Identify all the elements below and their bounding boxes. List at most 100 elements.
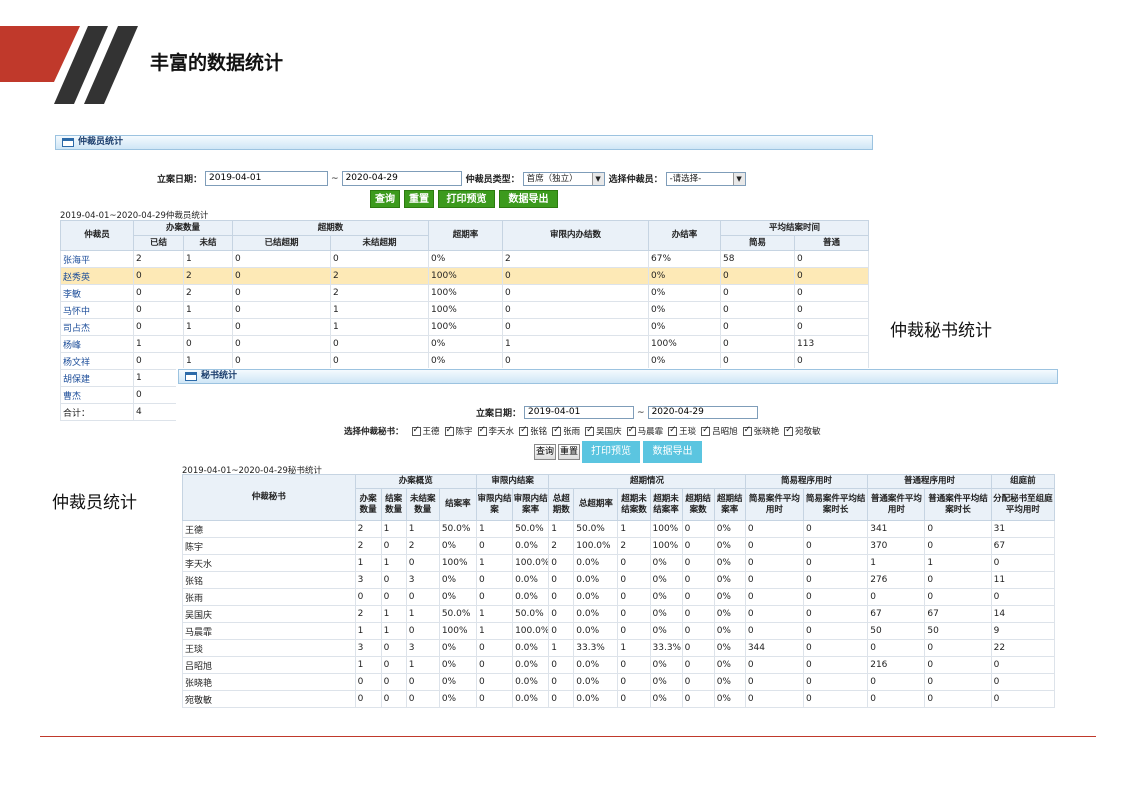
table-cell: 2 [354,537,382,555]
secretary-checkbox[interactable] [742,425,752,436]
query-button[interactable]: 查询 [370,190,400,208]
table-cell: 0% [713,537,746,555]
table-cell: 14 [990,605,1056,623]
secretary-checkbox[interactable] [477,425,487,436]
table-row[interactable]: 杨文祥 0 1 0 0 0% 0 0% 0 0 [60,352,870,370]
table-row[interactable]: 杨峰 1 0 0 0 0% 1 100% 0 113 [60,335,870,353]
table-cell: 0 [681,639,715,657]
table-cell: 0 [803,571,869,589]
secretary-checkbox[interactable] [411,425,421,436]
table-cell: 67 [867,605,926,623]
secretary-checkbox-label: 吴国庆 [596,427,622,437]
arbitrator-name-cell: 马怀中 [60,301,134,319]
table-cell: 67 [924,605,992,623]
date-from-input[interactable]: 2019-04-01 [205,171,329,186]
table-row[interactable]: 李天水 1 1 0 100% 1 100.0% 0 0.0% 0 0% 0 0% 0 0 1 1 0 [182,554,1056,572]
table-row[interactable]: 马晨霏 1 1 0 100% 1 100.0% 0 0.0% 0 0% 0 0% 0 0 50 50 9 [182,622,1056,640]
export-data-button[interactable]: 数据导出 [499,190,558,208]
table-cell: 0 [354,690,382,708]
table-cell: 113 [794,335,870,353]
table-cell: 0% [649,622,683,640]
sub-column-header: 结案率 [438,488,477,521]
secretary-checkbox[interactable] [701,425,711,436]
table-cell: 0% [438,673,477,691]
table-cell: 0% [648,318,722,336]
table-cell: 1 [182,250,234,268]
table-row[interactable]: 王德 2 1 1 50.0% 1 50.0% 1 50.0% 1 100% 0 0% 0 0 341 0 31 [182,520,1056,538]
date-to-input[interactable]: 2020-04-29 [341,171,462,186]
table-row[interactable]: 司占杰 0 1 0 1 100% 0 0% 0 0 [60,318,870,336]
table-cell: 2 [617,537,651,555]
secretary-name-cell: 宛敬敏 [182,690,356,708]
table-row[interactable]: 宛敬敏 0 0 0 0% 0 0.0% 0 0.0% 0 0% 0 0% 0 0 0 0 0 [182,690,1056,708]
table-cell: 0 [380,673,407,691]
arbitrator-type-label: 仲裁员类型： [465,175,520,185]
secretary-checkbox[interactable] [444,425,454,436]
date-from-input[interactable]: 2019-04-01 [524,406,635,419]
table-cell: 1 [354,656,382,674]
table-cell: 0.0% [512,673,550,691]
table-cell: 0 [924,588,992,606]
table-cell: 2 [182,284,234,302]
table-cell: 1 [182,352,234,370]
print-preview-button[interactable]: 打印预览 [438,190,495,208]
table-cell: 0.0% [573,605,619,623]
table-cell: 0.0% [512,656,550,674]
table-cell: 1 [548,520,575,538]
col-overdue: 超期情况 [548,474,746,489]
secretary-checkbox[interactable] [585,425,595,436]
table-cell: 344 [744,639,805,657]
table-row[interactable]: 赵秀英 0 2 0 2 100% 0 0% 0 0 [60,267,870,285]
date-to-input[interactable]: 2020-04-29 [647,406,758,419]
secretary-checkbox[interactable] [784,425,794,436]
secretary-checkbox[interactable] [519,425,529,436]
table-cell: 3 [405,639,440,657]
table-cell: 0 [354,588,382,606]
table-cell: 0 [617,554,651,572]
table-row[interactable]: 李敏 0 2 0 2 100% 0 0% 0 0 [60,284,870,302]
secretary-checkbox[interactable] [552,425,562,436]
table-row[interactable]: 张晓艳 0 0 0 0% 0 0.0% 0 0.0% 0 0% 0 0% 0 0 0 0 0 [182,673,1056,691]
reset-button[interactable]: 重置 [404,190,434,208]
table-cell: 2 [182,267,234,285]
table-cell: 0 [502,267,650,285]
arbitrator-name-cell: 张海平 [60,250,134,268]
secretary-checkbox[interactable] [626,425,636,436]
table-cell: 0% [713,656,746,674]
secretary-name-cell: 吴国庆 [182,605,356,623]
sub-column-header: 分配秘书至组庭平均用时 [990,488,1056,521]
arbitrator-type-select[interactable]: 首席（独立） ▼ [522,171,605,186]
table-row[interactable]: 张海平 2 1 0 0 0% 2 67% 58 0 [60,250,870,268]
query-button[interactable]: 查询 [534,444,556,460]
reset-button[interactable]: 重置 [558,444,580,460]
table-cell: 0 [681,622,715,640]
table-row[interactable]: 吴国庆 2 1 1 50.0% 1 50.0% 0 0.0% 0 0% 0 0% 0 0 67 67 14 [182,605,1056,623]
table-cell: 0 [990,690,1056,708]
table-cell: 100% [428,267,504,285]
table-cell: 67 [990,537,1056,555]
table-cell: 0 [924,656,992,674]
secretary-name-cell: 吕昭旭 [182,656,356,674]
export-data-button[interactable]: 数据导出 [643,441,702,463]
table-cell: 0 [232,250,332,268]
sub-column-header: 办案数量 [354,488,382,521]
table-row[interactable]: 张雨 0 0 0 0% 0 0.0% 0 0.0% 0 0% 0 0% 0 0 0 0 0 [182,588,1056,606]
table-cell: 0% [649,605,683,623]
table-cell: 1 [354,622,382,640]
table-row[interactable]: 吕昭旭 1 0 1 0% 0 0.0% 0 0.0% 0 0% 0 0% 0 0 216 0 0 [182,656,1056,674]
table-row[interactable]: 张铭 3 0 3 0% 0 0.0% 0 0.0% 0 0% 0 0% 0 0 276 0 11 [182,571,1056,589]
secretary-checkbox-label: 张晓艳 [753,427,780,437]
table-row[interactable]: 马怀中 0 1 0 1 100% 0 0% 0 0 [60,301,870,319]
table-row[interactable]: 王琰 3 0 3 0% 0 0.0% 1 33.3% 1 33.3% 0 0% 344 0 0 0 22 [182,639,1056,657]
secretary-name-cell: 王琰 [182,639,356,657]
table-cell: 0 [803,673,869,691]
table-cell: 0% [438,656,477,674]
arbitrator-select[interactable]: -请选择- ▼ [665,171,746,186]
print-preview-button[interactable]: 打印预览 [582,441,640,463]
table-cell: 100% [649,520,683,538]
arbitrator-name-cell: 李敏 [60,284,134,302]
table-cell: 0 [330,352,430,370]
sub-column-header: 普通案件平均结案时长 [924,488,992,521]
secretary-checkbox[interactable] [668,425,678,436]
table-row[interactable]: 陈宇 2 0 2 0% 0 0.0% 2 100.0% 2 100% 0 0% 0 0 370 0 67 [182,537,1056,555]
